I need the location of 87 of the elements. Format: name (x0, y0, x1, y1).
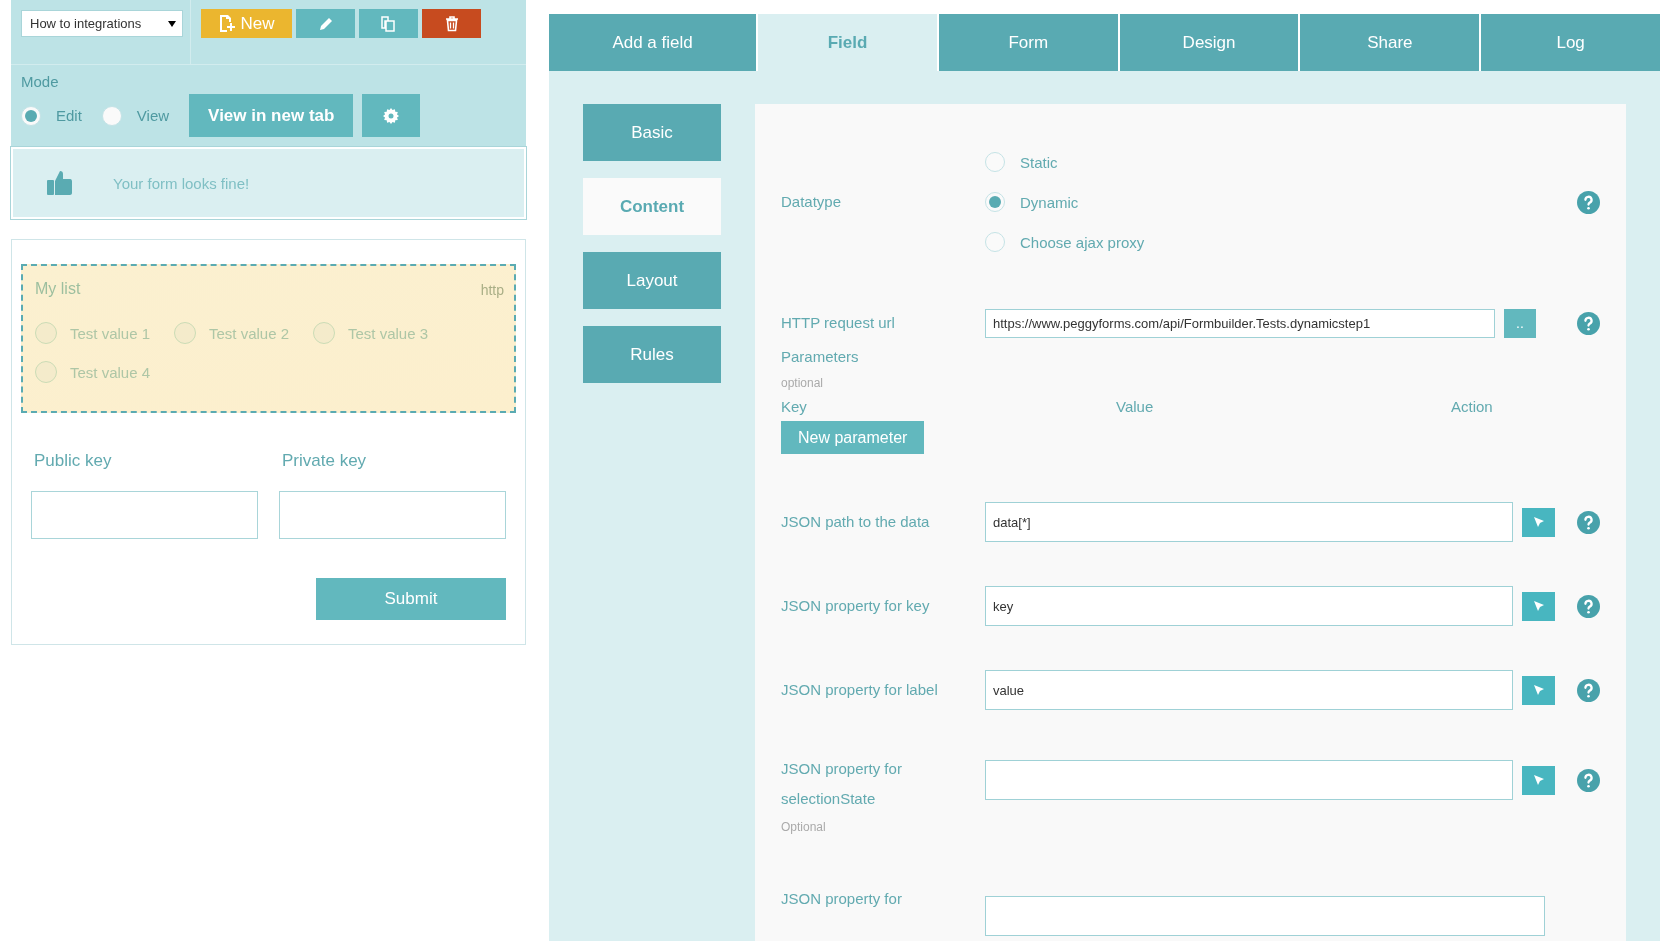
tab[interactable]: Field (758, 14, 937, 71)
edit-button[interactable] (296, 9, 355, 38)
browse-button[interactable]: .. (1504, 308, 1536, 338)
section-tab[interactable]: Content (583, 178, 721, 235)
form-select[interactable]: How to integrations (21, 10, 183, 37)
settings-button[interactable] (362, 94, 421, 137)
optional-note: Optional (781, 820, 827, 834)
field-label: Datatype (781, 192, 843, 212)
field-hint: http (480, 282, 504, 298)
submit-button[interactable]: Submit (316, 578, 506, 620)
radio-button[interactable] (35, 322, 57, 344)
radio-label: Test value 4 (70, 363, 151, 381)
radio-label: Edit (56, 107, 82, 124)
radio-button[interactable] (985, 152, 1005, 172)
help-icon[interactable] (1577, 190, 1600, 214)
radio-button[interactable] (174, 322, 196, 344)
section-tab[interactable]: Rules (583, 326, 721, 383)
field-label: JSON property for label (781, 680, 939, 700)
copy-icon (379, 14, 398, 33)
help-icon[interactable] (1577, 594, 1600, 618)
list-title: My list (35, 280, 81, 297)
input-field[interactable]: data[*] (985, 502, 1513, 542)
radio-button[interactable] (101, 105, 122, 126)
field-label: JSON property for (781, 889, 903, 909)
cursor-icon (1532, 684, 1545, 696)
field-label: Parameters (781, 347, 860, 367)
field-label: JSON property for selectionState (781, 759, 903, 809)
settings-icon (383, 107, 400, 124)
trash-icon (444, 15, 459, 32)
status-message: Your form looks fine! (113, 174, 250, 192)
radio-label: Dynamic (1020, 193, 1079, 211)
input-field[interactable] (31, 491, 258, 539)
help-icon[interactable] (1577, 768, 1600, 792)
input-field[interactable] (985, 760, 1513, 800)
dropdown-button[interactable] (1522, 591, 1555, 621)
column-header: Value (1116, 398, 1155, 415)
copy-button[interactable] (359, 9, 418, 38)
help-icon[interactable] (1577, 311, 1600, 335)
new-parameter-button[interactable]: New parameter (781, 421, 925, 454)
radio-button[interactable] (313, 322, 335, 344)
field-label: HTTP request url (781, 313, 896, 333)
thumbs-up-icon (47, 170, 73, 196)
cursor-icon (1532, 774, 1545, 786)
tab[interactable]: Form (938, 14, 1118, 71)
field-label: Private key (281, 451, 368, 471)
url-field[interactable]: https://www.peggyforms.com/api/Formbuilder.Tests.dynamicstep1 (985, 308, 1495, 338)
dropdown-button[interactable] (1522, 507, 1555, 537)
radio-button[interactable] (985, 232, 1005, 252)
radio-button[interactable] (985, 192, 1005, 212)
help-icon[interactable] (1577, 510, 1600, 534)
column-header: Action (1451, 398, 1494, 415)
radio-label: Test value 3 (348, 324, 429, 342)
field-label: Public key (33, 451, 113, 471)
dropdown-button[interactable] (1522, 675, 1555, 705)
input-field[interactable] (279, 491, 506, 539)
radio-button[interactable] (35, 361, 57, 383)
add-document-icon (218, 14, 237, 33)
input-field[interactable]: value (985, 670, 1513, 710)
radio-label: View (136, 107, 170, 124)
caret-icon (168, 20, 176, 27)
tab[interactable]: Log (1481, 14, 1661, 71)
list-field[interactable]: My list http Test value 1 Test value 2 Test value 3 Test value 4 (21, 264, 516, 413)
pencil-icon (317, 15, 334, 32)
optional-note: optional (781, 376, 825, 390)
radio-label: Test value 2 (209, 324, 290, 342)
field-label: JSON path to the data (781, 512, 931, 532)
tab[interactable]: Add a field (549, 14, 757, 71)
radio-label: Choose ajax proxy (1020, 233, 1145, 251)
view-in-new-tab-button[interactable]: View in new tab (189, 94, 354, 137)
mode-label: Mode (21, 73, 60, 90)
input-field[interactable]: key (985, 586, 1513, 626)
dropdown-button[interactable] (1522, 765, 1555, 795)
section-tab[interactable]: Basic (583, 104, 721, 161)
radio-label: Static (1020, 153, 1058, 171)
cursor-icon (1532, 600, 1545, 612)
section-tab[interactable]: Layout (583, 252, 721, 309)
tab[interactable]: Design (1119, 14, 1299, 71)
radio-button[interactable] (21, 105, 41, 126)
cursor-icon (1532, 516, 1545, 528)
input-field[interactable] (985, 896, 1545, 936)
new-button[interactable]: New (201, 9, 292, 38)
column-header: Key (781, 398, 808, 415)
radio-label: Test value 1 (70, 324, 151, 342)
field-label: JSON property for key (781, 596, 931, 616)
tab[interactable]: Share (1300, 14, 1480, 71)
help-icon[interactable] (1577, 678, 1600, 702)
delete-button[interactable] (422, 9, 481, 38)
